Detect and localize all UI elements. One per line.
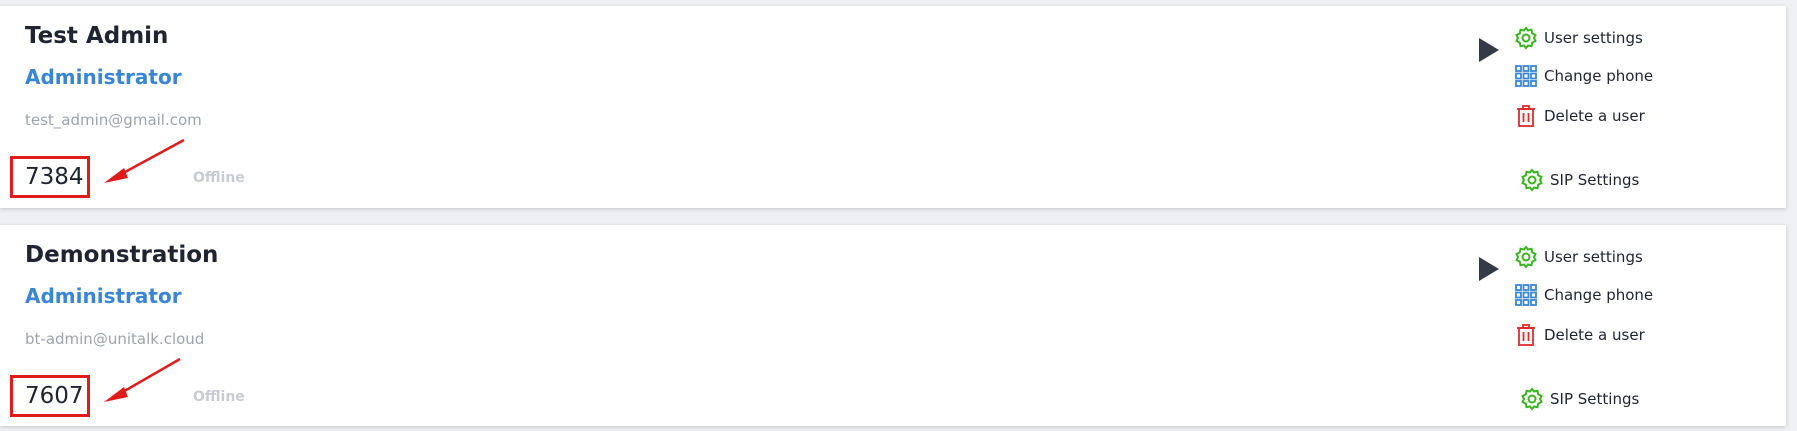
keypad-icon (1515, 284, 1537, 306)
gear-icon (1515, 26, 1537, 50)
user-role: Administrator (25, 284, 182, 308)
user-card: Test Admin Administrator test_admin@gmai… (0, 6, 1786, 208)
delete-user-label: Delete a user (1544, 107, 1645, 125)
user-email: test_admin@gmail.com (25, 111, 202, 129)
delete-user-button[interactable]: Delete a user (1514, 323, 1645, 347)
sip-settings-button[interactable]: SIP Settings (1520, 168, 1639, 192)
trash-icon (1517, 105, 1535, 127)
play-icon[interactable] (1479, 257, 1499, 281)
red-arrow-icon (104, 138, 185, 183)
red-arrow-icon (104, 357, 181, 402)
change-phone-label: Change phone (1544, 67, 1654, 85)
delete-user-label: Delete a user (1544, 326, 1645, 344)
keypad-icon (1515, 65, 1537, 87)
user-role: Administrator (25, 65, 182, 89)
user-extension: 7384 (25, 164, 84, 190)
sip-settings-button[interactable]: SIP Settings (1520, 387, 1639, 411)
status-badge: Offline (193, 170, 245, 186)
play-icon[interactable] (1479, 38, 1499, 62)
user-settings-button[interactable]: User settings (1514, 26, 1643, 50)
user-card: Demonstration Administrator bt-admin@uni… (0, 225, 1786, 426)
gear-icon (1515, 245, 1537, 269)
user-extension: 7607 (25, 383, 84, 409)
change-phone-button[interactable]: Change phone (1514, 283, 1653, 307)
user-settings-button[interactable]: User settings (1514, 245, 1643, 269)
delete-user-button[interactable]: Delete a user (1514, 104, 1645, 128)
user-email: bt-admin@unitalk.cloud (25, 330, 205, 348)
change-phone-label: Change phone (1544, 286, 1654, 304)
change-phone-button[interactable]: Change phone (1514, 64, 1653, 88)
sip-settings-label: SIP Settings (1550, 390, 1640, 408)
user-settings-label: User settings (1544, 29, 1643, 47)
status-badge: Offline (193, 389, 245, 405)
trash-icon (1517, 324, 1535, 346)
user-name: Demonstration (25, 242, 219, 268)
sip-settings-label: SIP Settings (1550, 171, 1640, 189)
user-settings-label: User settings (1544, 248, 1643, 266)
gear-icon (1521, 387, 1543, 411)
gear-icon (1521, 168, 1543, 192)
user-name: Test Admin (25, 23, 169, 49)
